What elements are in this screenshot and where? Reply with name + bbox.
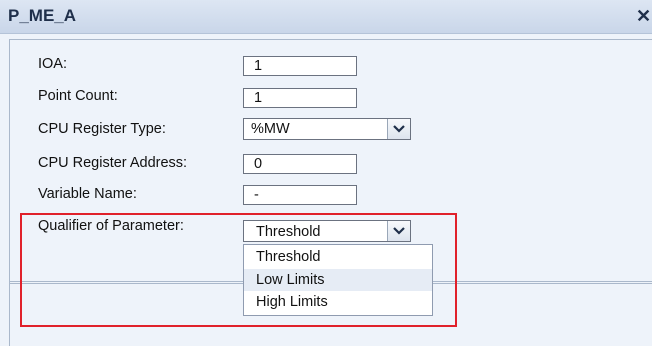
- close-icon[interactable]: ✕: [636, 5, 652, 27]
- ioa-field[interactable]: 1: [243, 56, 357, 76]
- point-count-field[interactable]: 1: [243, 88, 357, 108]
- dialog-title: P_ME_A: [8, 6, 77, 25]
- cpu-register-address-label: CPU Register Address:: [38, 155, 188, 171]
- cpu-register-address-field[interactable]: 0: [243, 154, 357, 174]
- ioa-label: IOA:: [38, 56, 68, 72]
- variable-name-label: Variable Name:: [38, 186, 137, 202]
- title-bar: P_ME_A ✕: [0, 0, 652, 34]
- chevron-down-icon[interactable]: [387, 119, 410, 139]
- cpu-register-type-select[interactable]: %MW: [243, 118, 411, 140]
- point-count-label: Point Count:: [38, 88, 118, 104]
- dialog-window: P_ME_A ✕ IOA: 1 Point Count: 1 CPU Regis…: [0, 0, 652, 346]
- variable-name-field[interactable]: -: [243, 185, 357, 205]
- highlight-frame: [20, 213, 457, 327]
- cpu-register-type-label: CPU Register Type:: [38, 121, 166, 137]
- cpu-register-type-value: %MW: [251, 121, 290, 137]
- panel-left-edge: [9, 282, 10, 346]
